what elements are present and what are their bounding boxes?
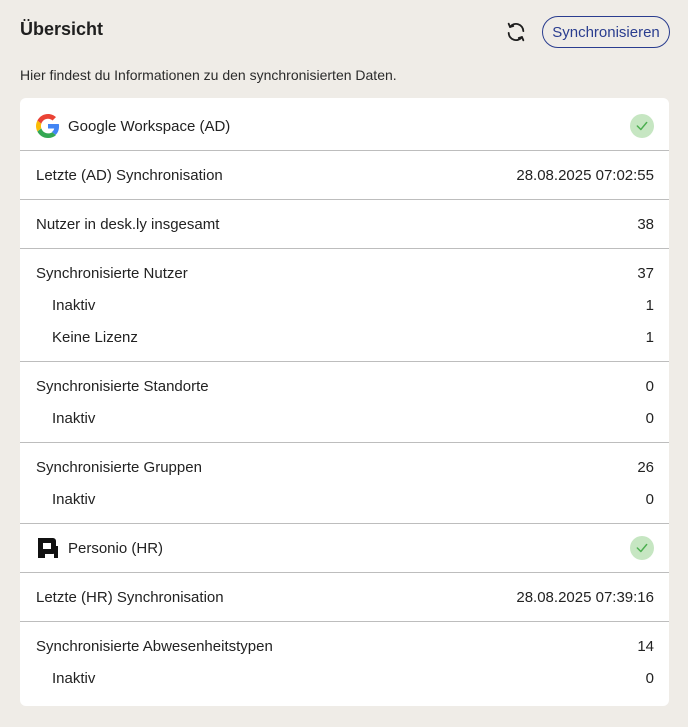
locations-inactive-label: Inaktiv <box>52 409 96 427</box>
refresh-icon <box>507 22 525 42</box>
users-inactive-value: 1 <box>645 296 654 314</box>
divider <box>20 442 669 443</box>
personio-name: Personio (HR) <box>68 539 164 557</box>
synchronize-button[interactable]: Synchronisieren <box>542 16 670 48</box>
locations-inactive-row: Inaktiv 0 <box>20 403 669 433</box>
absence-inactive-label: Inaktiv <box>52 669 96 687</box>
absence-types-value: 14 <box>637 637 654 655</box>
google-status-badge <box>630 114 654 138</box>
refresh-button[interactable] <box>503 19 529 45</box>
divider <box>20 248 669 249</box>
users-inactive-label: Inaktiv <box>52 296 96 314</box>
page-subtitle: Hier findest du Informationen zu den syn… <box>20 67 397 83</box>
ad-last-sync-label: Letzte (AD) Synchronisation <box>36 166 223 184</box>
synced-locations-label: Synchronisierte Standorte <box>36 377 209 395</box>
google-logo-icon <box>36 114 60 138</box>
total-users-value: 38 <box>637 215 654 233</box>
check-icon <box>636 121 648 131</box>
google-workspace-name: Google Workspace (AD) <box>68 117 231 135</box>
users-inactive-row: Inaktiv 1 <box>20 290 669 320</box>
ad-last-sync-row: Letzte (AD) Synchronisation 28.08.2025 0… <box>20 151 669 199</box>
personio-header: Personio (HR) <box>20 524 669 572</box>
divider <box>20 621 669 622</box>
locations-inactive-value: 0 <box>645 409 654 427</box>
synced-groups-value: 26 <box>637 458 654 476</box>
users-no-license-row: Keine Lizenz 1 <box>20 322 669 352</box>
hr-last-sync-label: Letzte (HR) Synchronisation <box>36 588 224 606</box>
groups-inactive-value: 0 <box>645 490 654 508</box>
synced-users-value: 37 <box>637 264 654 282</box>
divider <box>20 361 669 362</box>
synced-users-row: Synchronisierte Nutzer 37 <box>20 258 669 288</box>
total-users-row: Nutzer in desk.ly insgesamt 38 <box>20 200 669 248</box>
users-no-license-value: 1 <box>645 328 654 346</box>
groups-inactive-row: Inaktiv 0 <box>20 484 669 514</box>
sync-info-card: Google Workspace (AD) Letzte (AD) Synchr… <box>20 98 669 706</box>
hr-last-sync-row: Letzte (HR) Synchronisation 28.08.2025 0… <box>20 573 669 621</box>
absence-inactive-value: 0 <box>645 669 654 687</box>
synced-locations-value: 0 <box>645 377 654 395</box>
groups-inactive-label: Inaktiv <box>52 490 96 508</box>
hr-last-sync-value: 28.08.2025 07:39:16 <box>516 588 654 606</box>
synced-users-label: Synchronisierte Nutzer <box>36 264 188 282</box>
personio-logo-icon <box>38 538 58 558</box>
page-title: Übersicht <box>20 19 104 39</box>
absence-types-label: Synchronisierte Abwesenheitstypen <box>36 637 273 655</box>
ad-last-sync-value: 28.08.2025 07:02:55 <box>516 166 654 184</box>
personio-status-badge <box>630 536 654 560</box>
synced-groups-row: Synchronisierte Gruppen 26 <box>20 452 669 482</box>
synced-groups-label: Synchronisierte Gruppen <box>36 458 202 476</box>
google-workspace-header: Google Workspace (AD) <box>20 102 669 150</box>
users-no-license-label: Keine Lizenz <box>52 328 138 346</box>
absence-inactive-row: Inaktiv 0 <box>20 663 669 693</box>
overview-panel: Übersicht Synchronisieren Hier findest d… <box>0 0 688 727</box>
absence-types-row: Synchronisierte Abwesenheitstypen 14 <box>20 631 669 661</box>
check-icon <box>636 543 648 553</box>
total-users-label: Nutzer in desk.ly insgesamt <box>36 215 220 233</box>
synced-locations-row: Synchronisierte Standorte 0 <box>20 371 669 401</box>
